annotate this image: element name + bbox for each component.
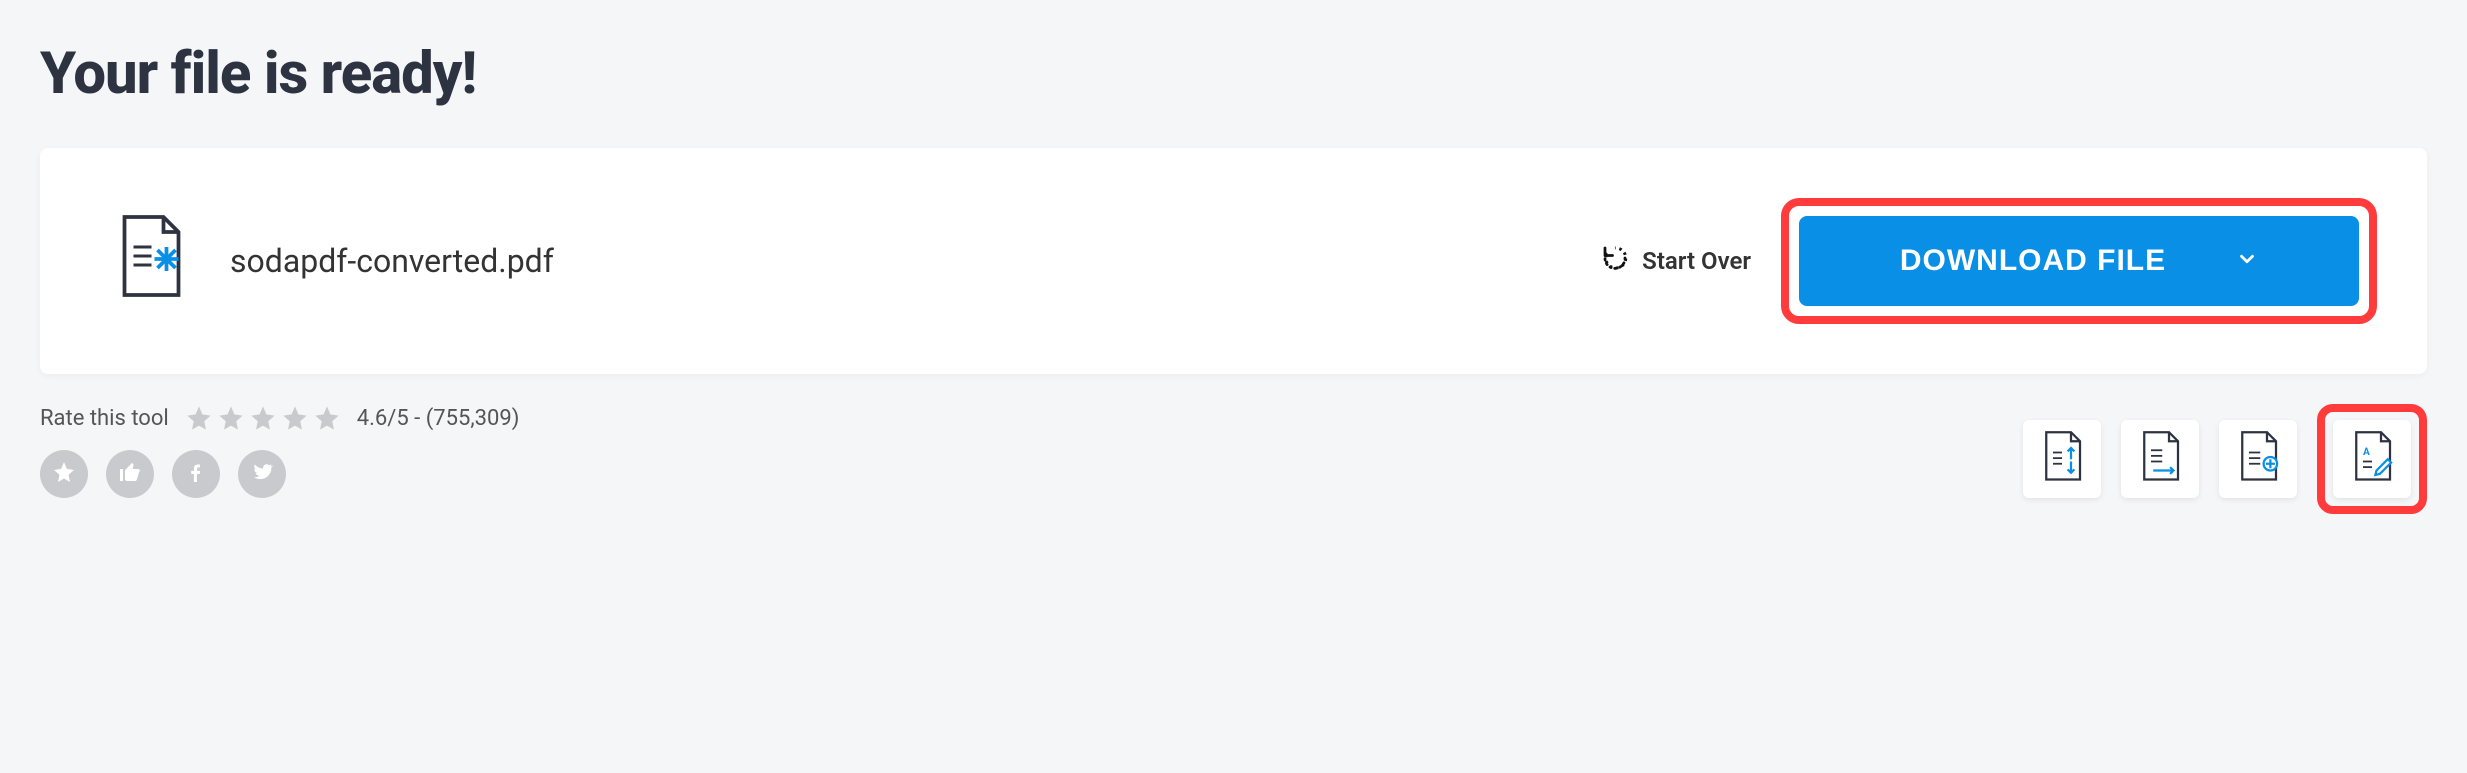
twitter-icon [250, 460, 274, 488]
svg-text:A: A [2363, 447, 2370, 458]
rating-score-text: 4.6/5 - (755,309) [357, 406, 520, 431]
tool-convert[interactable] [2121, 420, 2199, 498]
star-icon [217, 404, 245, 432]
facebook-share-button[interactable] [172, 450, 220, 498]
star-icon [185, 404, 213, 432]
star-icon [52, 460, 76, 488]
file-ready-card: sodapdf-converted.pdf Start Over DOWNLOA… [40, 148, 2427, 374]
convert-file-icon [2136, 430, 2184, 488]
add-file-icon [2234, 430, 2282, 488]
star-icon [313, 404, 341, 432]
tool-compress[interactable] [2023, 420, 2101, 498]
converted-file-icon [110, 214, 190, 308]
tool-edit[interactable]: A [2333, 420, 2411, 498]
rating-column: Rate this tool 4.6/5 - (755,309) [40, 404, 519, 498]
compress-file-icon [2038, 430, 2086, 488]
star-icon [249, 404, 277, 432]
download-highlight-box: DOWNLOAD FILE [1781, 198, 2377, 324]
thumbs-up-icon [118, 460, 142, 488]
facebook-icon [184, 460, 208, 488]
star-icon [281, 404, 309, 432]
like-button[interactable] [106, 450, 154, 498]
chevron-down-icon [2236, 244, 2258, 278]
download-label: DOWNLOAD FILE [1900, 244, 2166, 278]
page-title: Your file is ready! [40, 40, 2427, 108]
related-tools-row: A [2023, 404, 2427, 514]
tool-merge[interactable] [2219, 420, 2297, 498]
start-over-button[interactable]: Start Over [1600, 243, 1751, 279]
rate-label: Rate this tool [40, 406, 169, 431]
favorite-button[interactable] [40, 450, 88, 498]
file-actions: Start Over DOWNLOAD FILE [1600, 198, 2377, 324]
file-name-label: sodapdf-converted.pdf [230, 242, 554, 280]
rating-stars[interactable] [185, 404, 341, 432]
tool-edit-highlight: A [2317, 404, 2427, 514]
twitter-share-button[interactable] [238, 450, 286, 498]
download-file-button[interactable]: DOWNLOAD FILE [1799, 216, 2359, 306]
start-over-label: Start Over [1642, 247, 1751, 275]
social-share-row [40, 450, 519, 498]
edit-file-icon: A [2348, 430, 2396, 488]
file-info: sodapdf-converted.pdf [110, 214, 554, 308]
restart-icon [1600, 243, 1630, 279]
footer-row: Rate this tool 4.6/5 - (755,309) [40, 404, 2427, 514]
rating-line: Rate this tool 4.6/5 - (755,309) [40, 404, 519, 432]
